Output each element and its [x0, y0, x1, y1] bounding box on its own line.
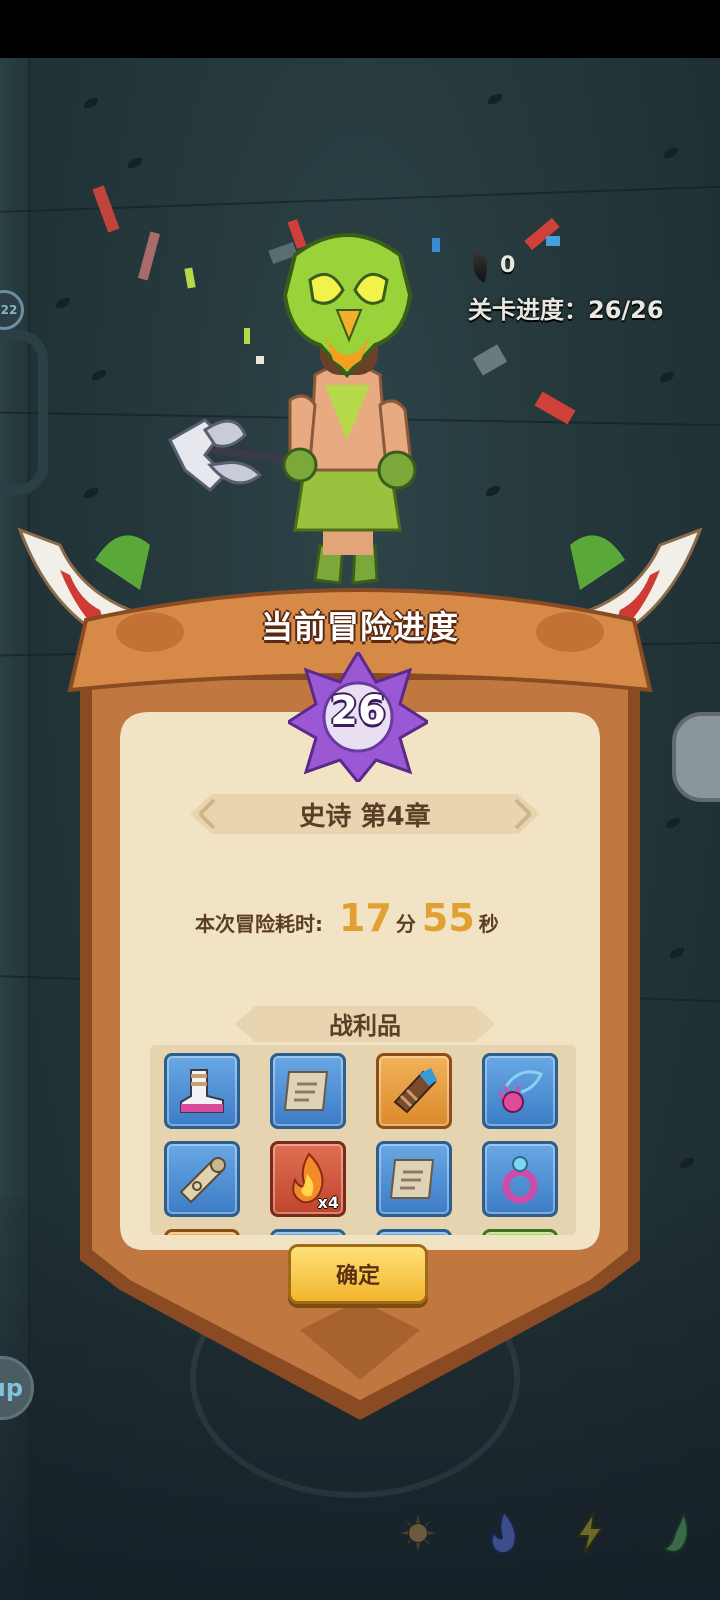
panel-title: 当前冒险进度: [260, 608, 459, 646]
seconds-unit: 秒: [478, 912, 499, 936]
skill-bar: [395, 1508, 699, 1558]
grass-tuft: [664, 148, 678, 158]
ring-icon: [502, 1156, 538, 1204]
loot-item[interactable]: [376, 1141, 452, 1217]
loot-item[interactable]: [482, 1141, 558, 1217]
level-number: 26: [330, 688, 386, 734]
pendant-icon: [497, 1070, 544, 1113]
time-seconds: 55: [421, 896, 475, 940]
grass-tuft: [666, 818, 680, 828]
level-progress: 关卡进度：26/26: [468, 296, 664, 324]
time-label: 本次冒险耗时:: [195, 912, 323, 936]
grass-tuft: [84, 488, 98, 498]
time-minutes: 17: [339, 896, 392, 940]
grass-tuft: [680, 1158, 694, 1168]
grass-tuft: [128, 158, 142, 168]
rune-count: 0: [500, 252, 516, 278]
loot-panel[interactable]: x4: [150, 1045, 576, 1235]
bracer-icon: [393, 1068, 437, 1114]
loot-item[interactable]: [482, 1053, 558, 1129]
loot-item[interactable]: [164, 1229, 240, 1235]
loot-item[interactable]: [164, 1053, 240, 1129]
chapter-label: 史诗 第4章: [299, 802, 431, 832]
confetti: [546, 236, 560, 246]
rune-counter: 0: [465, 247, 516, 283]
grass-tuft: [56, 298, 70, 308]
grass-tuft: [92, 370, 106, 380]
loot-item[interactable]: [270, 1229, 346, 1235]
loot-quantity: x4: [317, 1193, 339, 1212]
loot-title: 战利品: [329, 1012, 401, 1040]
grass-tuft: [486, 486, 500, 496]
loot-grid: x4: [164, 1053, 558, 1235]
boots-icon: [180, 1069, 224, 1113]
right-side-button[interactable]: [672, 712, 720, 802]
scroll-icon: [283, 1071, 329, 1111]
minutes-unit: 分: [395, 912, 416, 936]
grass-tuft: [660, 372, 674, 382]
claw-icon: [465, 247, 495, 283]
confirm-button[interactable]: 确定: [288, 1244, 428, 1304]
scroll-icon: [389, 1159, 435, 1199]
loot-item[interactable]: x4: [270, 1141, 346, 1217]
green-flame-skill-icon[interactable]: [653, 1508, 699, 1558]
grass-tuft: [670, 948, 684, 958]
lightning-skill-icon[interactable]: [567, 1508, 613, 1558]
grass-tuft: [84, 98, 98, 108]
loot-item[interactable]: [164, 1141, 240, 1217]
loot-item[interactable]: [376, 1053, 452, 1129]
left-side-frame: [0, 330, 48, 495]
grass-tuft: [488, 94, 502, 104]
rolled-scroll-icon: [179, 1157, 226, 1204]
loot-item[interactable]: [270, 1053, 346, 1129]
blue-flame-skill-icon[interactable]: [481, 1508, 527, 1558]
ground-crack: [0, 974, 720, 1004]
status-bar: [0, 0, 720, 58]
adventure-time: 本次冒险耗时: 17 分 55 秒: [195, 896, 499, 946]
hero-character: [168, 233, 417, 585]
loot-item[interactable]: [376, 1229, 452, 1235]
sun-skill-icon[interactable]: [395, 1508, 441, 1558]
loot-item[interactable]: [482, 1229, 558, 1235]
